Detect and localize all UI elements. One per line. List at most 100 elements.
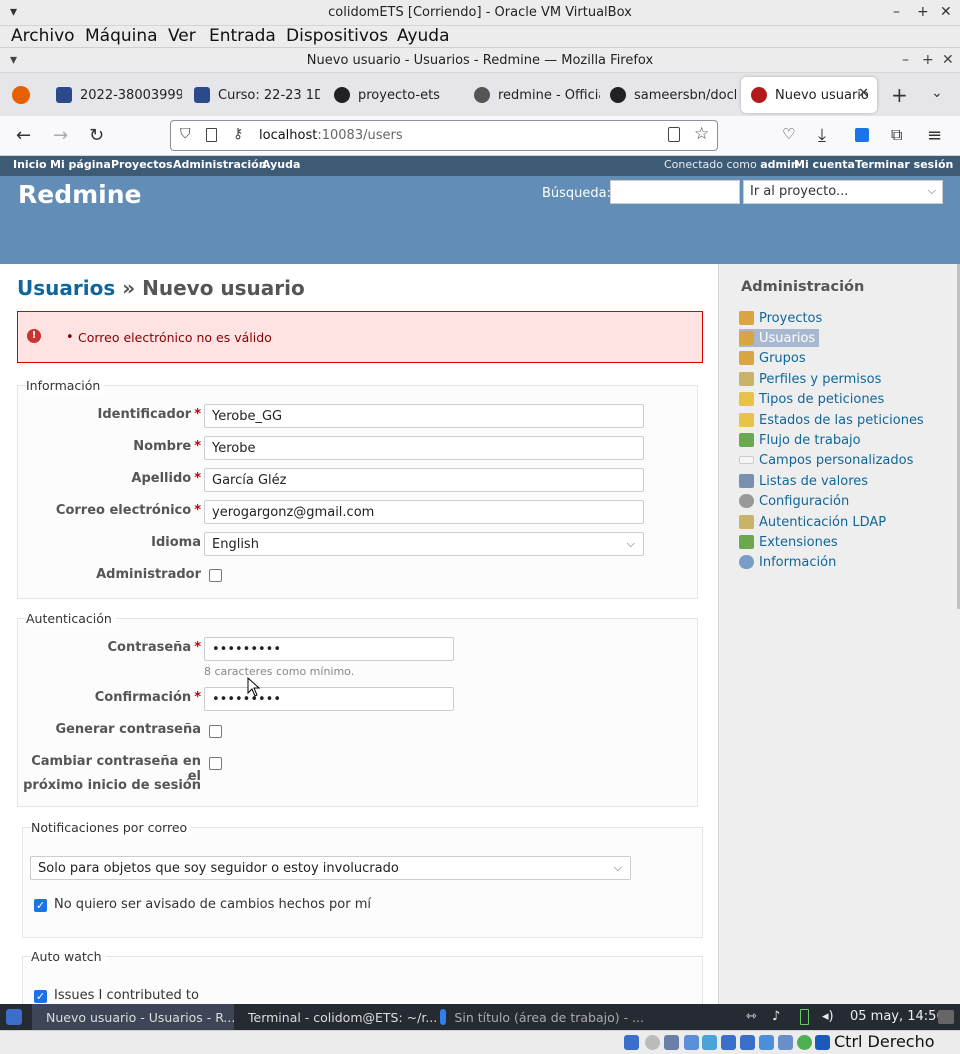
sidebar-item-proyectos[interactable]: Proyectos [739,309,822,327]
pocket-icon[interactable]: ♡ [782,125,795,143]
reload-icon[interactable]: ↻ [89,125,104,146]
sidebar-item-perfiles[interactable]: Perfiles y permisos [739,370,881,388]
taskbar-firefox[interactable]: Nuevo usuario - Usuarios - R... [32,1004,235,1030]
hdd-icon[interactable] [624,1035,639,1050]
whisker-menu-icon[interactable] [6,1009,22,1025]
autowatch-checkbox[interactable]: ✓ [34,990,47,1003]
sidebar-item-usuarios[interactable]: Usuarios [739,329,820,347]
keyboard-capture-icon[interactable] [815,1035,830,1050]
audio-icon[interactable] [664,1035,679,1050]
tab-redmine-official[interactable]: redmine - Officia [464,77,600,113]
password-confirm-field[interactable]: ••••••••• [204,687,454,711]
sidebar-item-ldap[interactable]: Autenticación LDAP [739,513,886,531]
sidebar-item-flujo[interactable]: Flujo de trabajo [739,431,861,449]
taskbar-terminal[interactable]: Terminal - colidom@ETS: ~/r... [234,1004,437,1030]
search-input[interactable] [610,180,740,204]
top-menu-inicio[interactable]: Inicio [13,158,47,171]
top-menu-proyectos[interactable]: Proyectos [111,158,173,171]
vt-x-icon[interactable] [797,1035,812,1050]
logged-user-link[interactable]: admin [760,158,798,171]
new-tab-icon[interactable]: + [891,83,908,107]
login-field[interactable]: Yerobe_GG [204,404,644,428]
notification-bell-icon[interactable]: ♪ [772,1009,780,1024]
cpu-icon[interactable] [778,1035,793,1050]
language-select[interactable]: English ⌵ [204,532,644,556]
password-field[interactable]: ••••••••• [204,637,454,661]
back-icon[interactable]: ← [16,125,31,146]
sidebar-item-estados[interactable]: Estados de las peticiones [739,411,924,429]
minimize-icon[interactable]: – [902,52,909,68]
top-menu-terminar-sesion[interactable]: Terminar sesión [855,158,953,171]
tab-nuevo-usuario[interactable]: Nuevo usuario ✕ [741,77,877,113]
network-icon[interactable]: ⇿ [746,1009,757,1024]
no-self-notified-checkbox[interactable]: ✓ [34,899,47,912]
vbox-menu-ver[interactable]: Ver [168,26,196,46]
battery-icon[interactable] [800,1009,809,1025]
firefox-view-icon[interactable] [12,86,30,104]
sidebar-item-label: Perfiles y permisos [759,371,882,387]
volume-icon[interactable]: ◂) [822,1009,834,1024]
top-menu-mi-pagina[interactable]: Mi página [50,158,111,171]
sidebar-item-extensiones[interactable]: Extensiones [739,533,838,551]
shared-folders-icon[interactable] [721,1035,736,1050]
bookmark-star-icon[interactable]: ☆ [694,124,709,144]
reader-view-icon[interactable] [668,127,680,142]
email-field[interactable]: yerogargonz@gmail.com [204,500,644,524]
vbox-menu-dispositivos[interactable]: Dispositivos [286,26,388,46]
generate-password-checkbox[interactable] [209,725,222,738]
breadcrumb-usuarios-link[interactable]: Usuarios [17,276,115,300]
top-menu-administracion[interactable]: Administración [173,158,267,171]
network-adapter-icon[interactable] [684,1035,699,1050]
sidebar-item-grupos[interactable]: Grupos [739,349,806,367]
forward-icon[interactable]: → [53,125,68,146]
list-icon [739,474,754,488]
vbox-menu-ayuda[interactable]: Ayuda [397,26,450,46]
clock[interactable]: 05 may, 14:56 [850,1009,945,1024]
key-icon[interactable]: ⚷ [233,126,243,142]
chevron-down-icon: ⌵ [626,537,635,550]
vbox-menu-archivo[interactable]: Archivo [11,26,75,46]
downloads-icon[interactable]: ⤓ [818,125,826,146]
mail-notification-select[interactable]: Solo para objetos que soy seguidor o est… [30,856,631,880]
taskbar-vscode[interactable]: Sin título (área de trabajo) - ... [434,1004,644,1030]
tab-proyecto-ets[interactable]: proyecto-ets [324,77,460,113]
tab-curso[interactable]: Curso: 22-23 1DA [184,77,320,113]
recording-icon[interactable] [759,1035,774,1050]
url-bar[interactable]: ⛉ ⚷ localhost:10083/users ☆ [170,120,718,151]
site-title[interactable]: Redmine [18,180,141,209]
usb-icon[interactable] [702,1035,717,1050]
page-icon[interactable] [206,128,217,142]
sidebar-item-configuracion[interactable]: Configuración [739,492,849,510]
sidebar-item-listas[interactable]: Listas de valores [739,472,868,490]
shield-icon[interactable]: ⛉ [180,126,191,142]
show-desktop-icon[interactable] [938,1010,954,1024]
project-jump-select[interactable]: Ir al proyecto... ⌵ [743,180,943,204]
optical-drive-icon[interactable] [645,1035,660,1050]
hamburger-menu-icon[interactable]: ≡ [927,125,942,146]
maximize-icon[interactable]: + [917,4,929,20]
vbox-menu-maquina[interactable]: Máquina [85,26,158,46]
sidebar-item-informacion[interactable]: Información [739,553,836,571]
admin-checkbox[interactable] [209,569,222,582]
display-icon[interactable] [740,1035,755,1050]
firstname-field[interactable]: Yerobe [204,436,644,460]
tab-sameersbn[interactable]: sameersbn/dock [600,77,736,113]
close-icon[interactable]: ✕ [942,52,954,68]
lastname-field[interactable]: García Gléz [204,468,644,492]
tab-2022[interactable]: 2022-38003999-0 [46,77,182,113]
tab-close-icon[interactable]: ✕ [858,86,869,101]
list-tabs-icon[interactable]: ⌄ [931,85,943,101]
sidebar-item-campos[interactable]: Campos personalizados [739,451,913,469]
extension-icon[interactable] [855,128,869,142]
redmine-header: Redmine Búsqueda: Ir al proyecto... ⌵ [0,176,960,264]
vbox-menu-entrada[interactable]: Entrada [209,26,276,46]
extensions-puzzle-icon[interactable]: ⧉ [891,125,902,145]
maximize-icon[interactable]: + [922,52,934,68]
must-change-password-checkbox[interactable] [209,757,222,770]
top-menu-ayuda[interactable]: Ayuda [262,158,300,171]
sidebar-item-tipos[interactable]: Tipos de peticiones [739,390,884,408]
top-menu-mi-cuenta[interactable]: Mi cuenta [794,158,855,171]
admin-sidebar: Administración Proyectos Usuarios Grupos… [718,264,960,1004]
close-icon[interactable]: ✕ [940,4,952,20]
minimize-icon[interactable]: – [893,4,900,20]
